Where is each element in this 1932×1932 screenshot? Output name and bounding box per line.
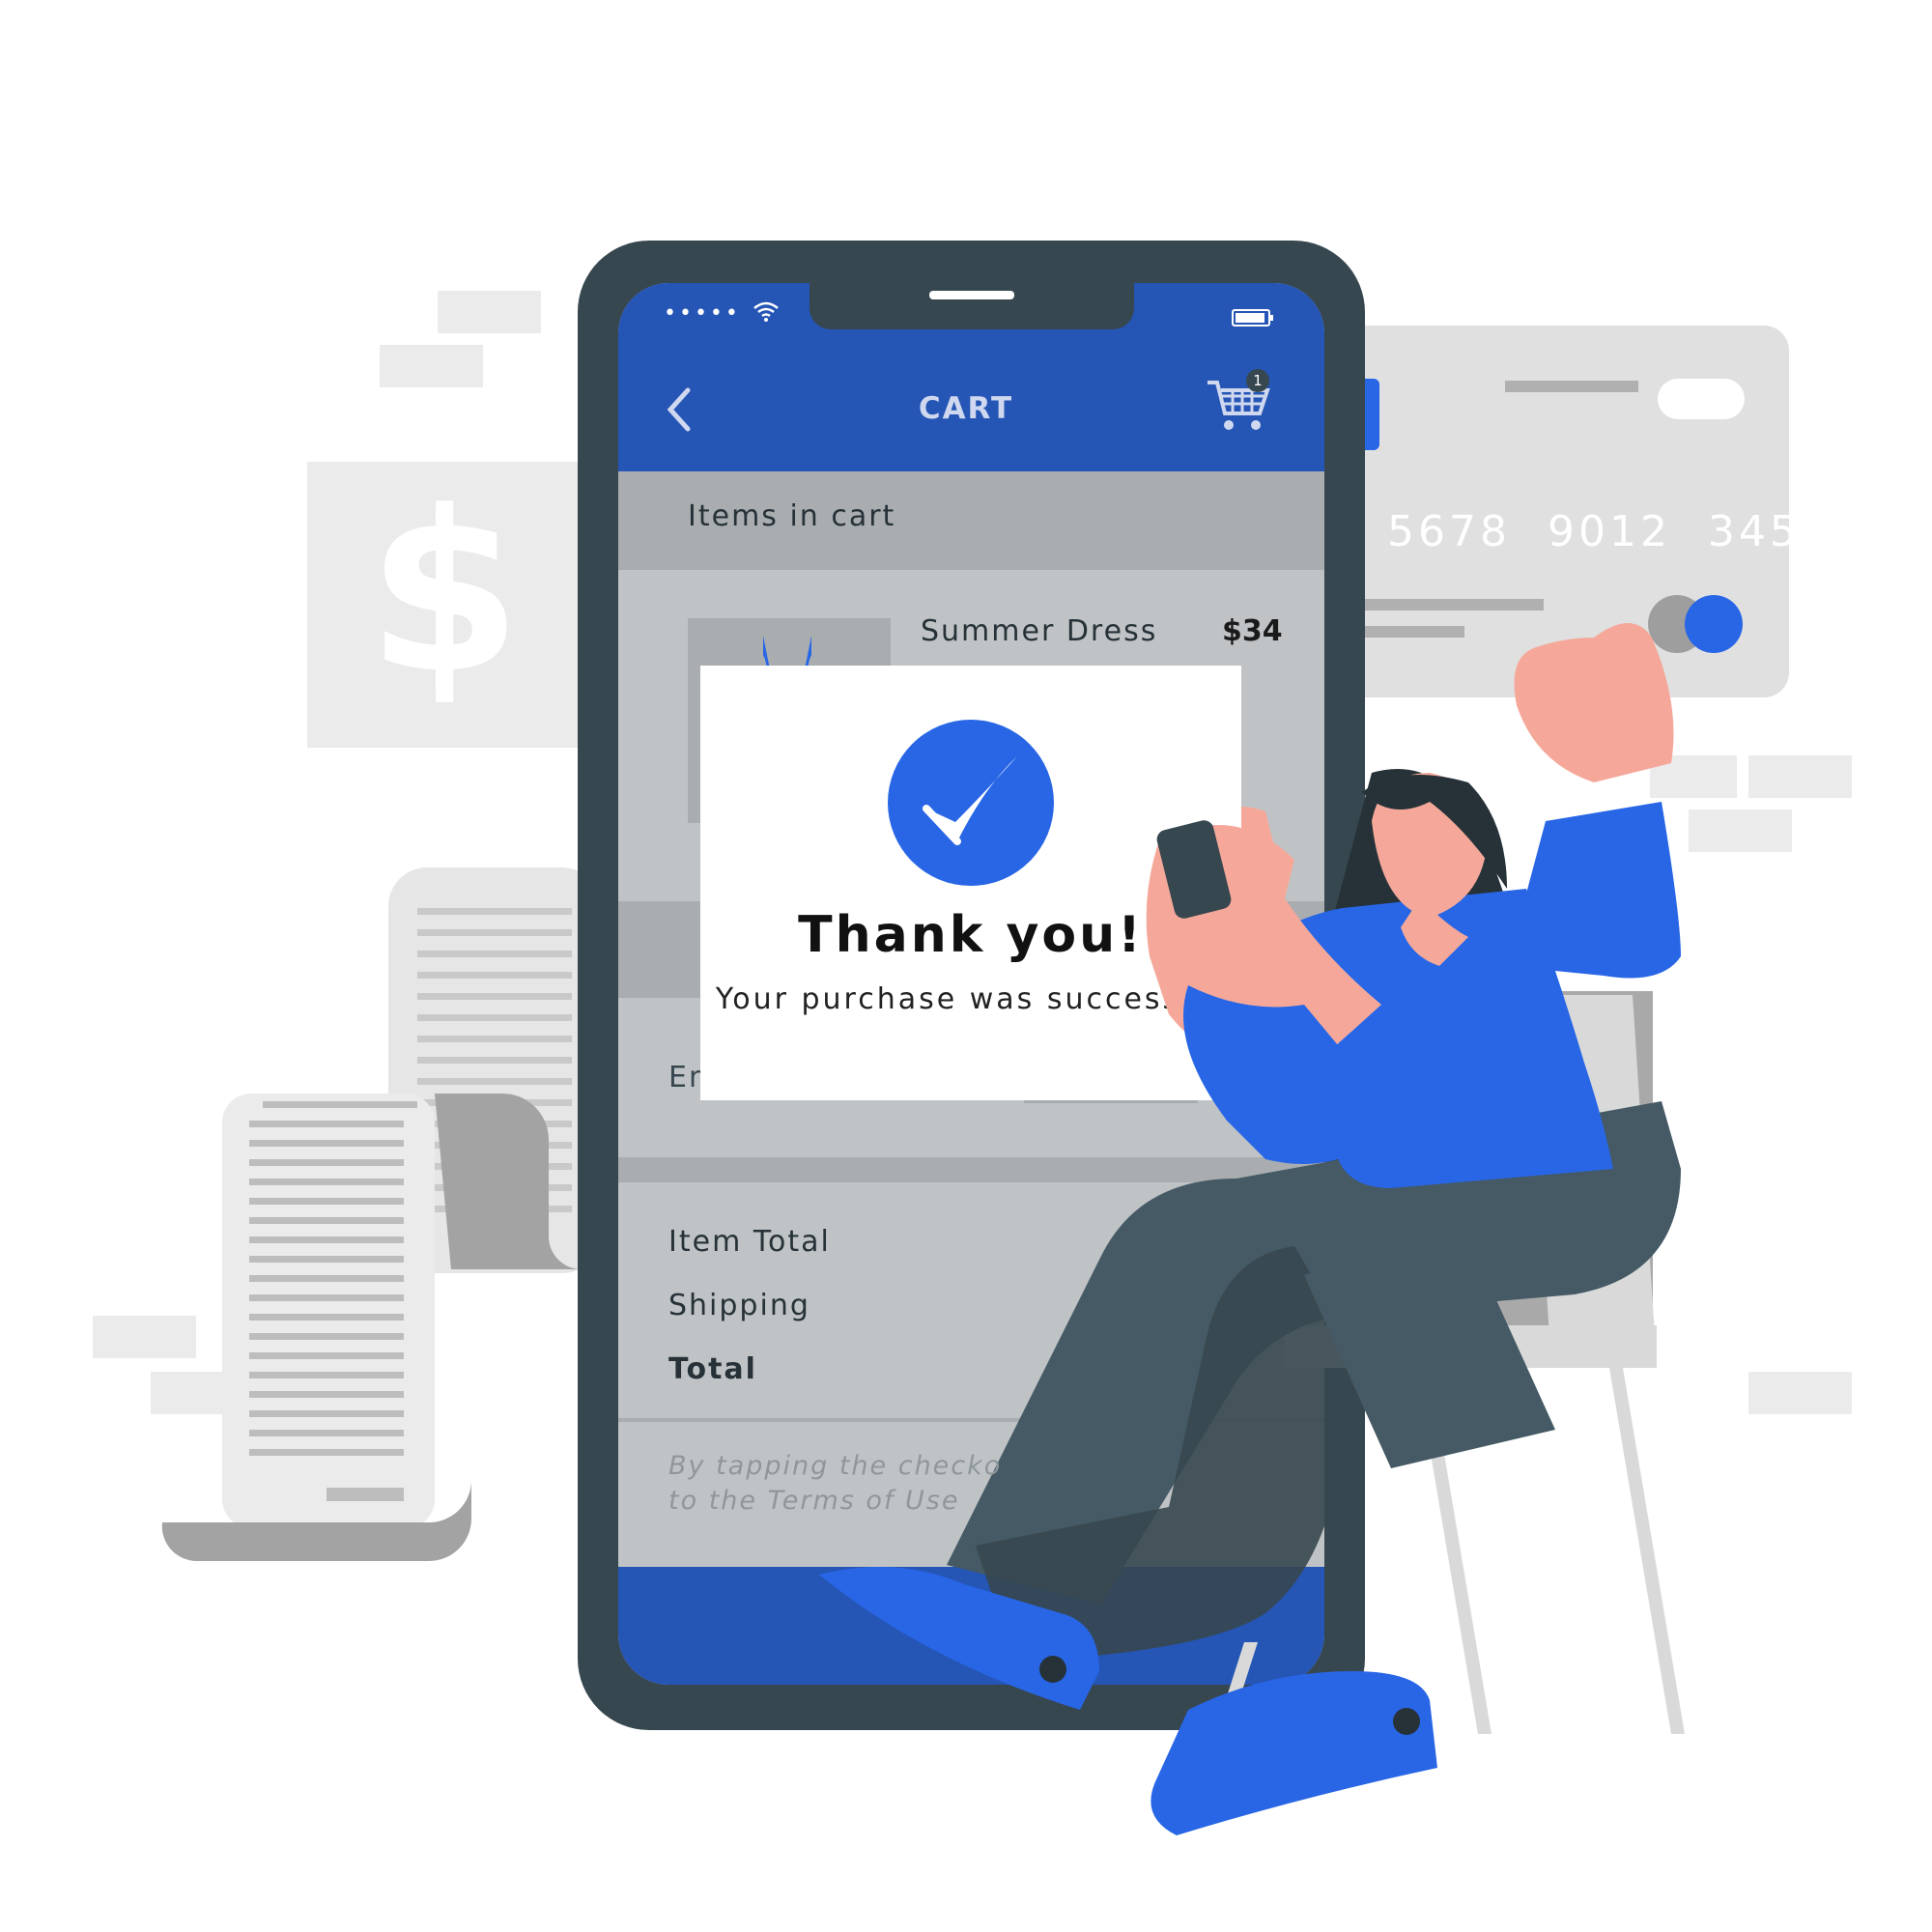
terms-line-1: By tapping the checko [668,1451,1003,1481]
card-number: 5678 9012 3456 [1387,507,1832,556]
product-name: Summer Dress [921,614,1158,648]
phone-notch [810,283,1134,329]
receipt-front [161,1094,472,1562]
item-total-label: Item Total [668,1225,831,1259]
speaker-slot [929,291,1014,299]
modal-message: Your purchase was successful [715,982,1227,1016]
modal-title: Thank you! [798,906,1144,964]
items-in-cart-heading: Items in cart [688,499,896,533]
cart-count-badge: 1 [1246,369,1269,392]
check-icon [923,756,1017,845]
terms-line-2[interactable]: to the Terms of Use [668,1486,959,1516]
product-price: $34 [1222,614,1283,648]
wifi-icon [753,301,779,322]
page-title: CART [918,391,1014,426]
signal-indicator: ••••• [664,301,741,326]
shipping-label: Shipping [668,1289,810,1322]
total-label: Total [668,1352,757,1386]
chevron-left-icon[interactable] [659,384,701,435]
battery-icon [1232,309,1273,327]
dollar-sign: $ [366,465,523,723]
success-check-badge [888,720,1054,886]
